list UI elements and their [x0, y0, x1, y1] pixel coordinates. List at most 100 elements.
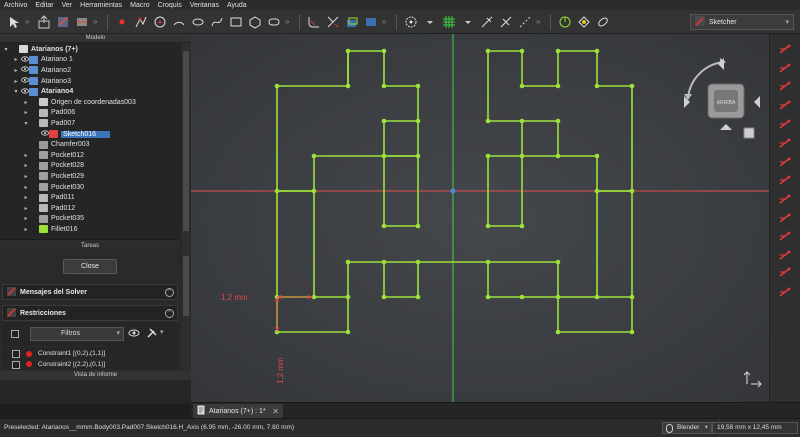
sketch-vertex[interactable]: [311, 153, 317, 159]
sketch-vertex[interactable]: [594, 188, 600, 194]
filter-checkbox[interactable]: [11, 330, 19, 338]
sketch-vertex[interactable]: [594, 83, 600, 89]
sketch-vertex[interactable]: [415, 83, 421, 89]
chevron-right-icon[interactable]: ▸: [12, 56, 20, 63]
sketch-vertex[interactable]: [629, 329, 635, 335]
tree-item[interactable]: ▸ Pocket035: [0, 214, 181, 225]
sketch-vertex[interactable]: [381, 83, 387, 89]
chevron-right-icon[interactable]: ▸: [22, 194, 30, 201]
eye-icon[interactable]: [40, 130, 49, 138]
view-menu-icon[interactable]: [743, 127, 755, 139]
more-icon[interactable]: »: [382, 17, 390, 26]
sketch-vertex[interactable]: [555, 153, 561, 159]
sketch-vertex[interactable]: [555, 83, 561, 89]
sketch-vertex[interactable]: [415, 294, 421, 300]
collapse-icon[interactable]: ⌃: [165, 308, 174, 318]
sketch-vertex[interactable]: [381, 153, 387, 159]
constraint-parallel-icon[interactable]: [778, 118, 792, 130]
validate-icon[interactable]: [557, 14, 573, 30]
menu-ventanas[interactable]: Ventanas: [190, 2, 219, 9]
constraint-dropdown-icon[interactable]: [422, 14, 438, 30]
sketch-vertex[interactable]: [381, 294, 387, 300]
sketch-vertex[interactable]: [345, 329, 351, 335]
scrollbar-thumb[interactable]: [183, 256, 189, 316]
sketch-vertex[interactable]: [345, 83, 351, 89]
sketch-vertex[interactable]: [519, 223, 525, 229]
close-icon[interactable]: ✕: [272, 407, 279, 416]
chevron-right-icon[interactable]: ▸: [22, 205, 30, 212]
tree-item[interactable]: ▸ Pad006: [0, 108, 181, 119]
sketch-vertex[interactable]: [415, 259, 421, 265]
sketch-vertex[interactable]: [555, 259, 561, 265]
menu-editar[interactable]: Editar: [35, 2, 53, 9]
menu-ver[interactable]: Ver: [62, 2, 73, 9]
sketch-vertex[interactable]: [629, 188, 635, 194]
sketch-vertex[interactable]: [345, 294, 351, 300]
tree-item[interactable]: ▾ Atarianos (7+): [0, 44, 181, 55]
select-conflicting-icon[interactable]: [576, 14, 592, 30]
workbench-select[interactable]: Sketcher ▾: [690, 14, 794, 30]
sketch-vertex[interactable]: [415, 118, 421, 124]
trim-icon[interactable]: [325, 14, 341, 30]
sketch-vertex[interactable]: [519, 118, 525, 124]
tree-item[interactable]: ▸ Pocket012: [0, 150, 181, 161]
constraint-angle-icon[interactable]: [778, 286, 792, 298]
sketch-vertex[interactable]: [594, 153, 600, 159]
chevron-right-icon[interactable]: ▸: [22, 184, 30, 191]
constraint-distance-icon[interactable]: [778, 249, 792, 261]
tree-item[interactable]: ▾ Pad007: [0, 118, 181, 129]
menu-herramientas[interactable]: Herramientas: [80, 2, 122, 9]
sketch-vertex[interactable]: [519, 83, 525, 89]
tree-item[interactable]: ▸ Pocket029: [0, 171, 181, 182]
eye-icon[interactable]: [128, 327, 140, 341]
constraint-horizontal-icon[interactable]: [778, 99, 792, 111]
leave-sketch-icon[interactable]: [36, 14, 52, 30]
sketch-vertex[interactable]: [555, 329, 561, 335]
constraint-equal-icon[interactable]: [778, 174, 792, 186]
sketch-vertex[interactable]: [629, 83, 635, 89]
sketch-vertex[interactable]: [519, 48, 525, 54]
tree-item[interactable]: ▸ Pad012: [0, 203, 181, 214]
tree-item[interactable]: ▾ Atariano4: [0, 86, 181, 97]
tree-item[interactable]: ▸ Pocket030: [0, 182, 181, 193]
menu-ayuda[interactable]: Ayuda: [227, 2, 247, 9]
constraint-perpendicular-icon[interactable]: [778, 137, 792, 149]
eye-icon[interactable]: [20, 88, 29, 96]
sketch-vertex[interactable]: [311, 188, 317, 194]
sketch-vertex[interactable]: [519, 294, 525, 300]
sketch-vertex[interactable]: [485, 48, 491, 54]
constraint-block-icon[interactable]: [778, 212, 792, 224]
eye-icon[interactable]: [20, 56, 29, 64]
collapse-icon[interactable]: ⌃: [165, 287, 174, 297]
conic-icon[interactable]: [190, 14, 206, 30]
tree-item[interactable]: ▸ Pocket028: [0, 161, 181, 172]
sketch-canvas[interactable]: 1,2 mm 1,2 mm ARRIBA: [191, 34, 769, 402]
chevron-right-icon[interactable]: ▸: [22, 162, 30, 169]
constraint-dropdown-icon[interactable]: [460, 14, 476, 30]
more-icon[interactable]: »: [285, 17, 293, 26]
pointer-icon[interactable]: [6, 14, 22, 30]
sketch-vertex[interactable]: [485, 153, 491, 159]
bspline-icon[interactable]: [209, 14, 225, 30]
sketch-vertex[interactable]: [555, 48, 561, 54]
arc-icon[interactable]: [171, 14, 187, 30]
menu-macro[interactable]: Macro: [130, 2, 149, 9]
toggle-construction-icon[interactable]: [517, 14, 533, 30]
sketch-vertex[interactable]: [485, 259, 491, 265]
chevron-right-icon[interactable]: ▸: [12, 78, 20, 85]
sketch-vertex[interactable]: [485, 294, 491, 300]
chevron-right-icon[interactable]: ▸: [22, 173, 30, 180]
solver-messages-section[interactable]: Mensajes del Solver ⌃: [2, 284, 178, 300]
chevron-right-icon[interactable]: ▸: [22, 215, 30, 222]
constraint-checkbox[interactable]: [12, 361, 20, 369]
sketch-vertex[interactable]: [415, 223, 421, 229]
circle-icon[interactable]: [152, 14, 168, 30]
origin-point[interactable]: [450, 188, 456, 194]
chevron-right-icon[interactable]: ▸: [22, 152, 30, 159]
sketch-vertex[interactable]: [485, 223, 491, 229]
sketch-vertex[interactable]: [381, 259, 387, 265]
tree-item[interactable]: ▸ Atariano3: [0, 76, 181, 87]
eye-icon[interactable]: [20, 66, 29, 74]
menu-croquis[interactable]: Croquis: [158, 2, 182, 9]
eye-icon[interactable]: [20, 77, 29, 85]
